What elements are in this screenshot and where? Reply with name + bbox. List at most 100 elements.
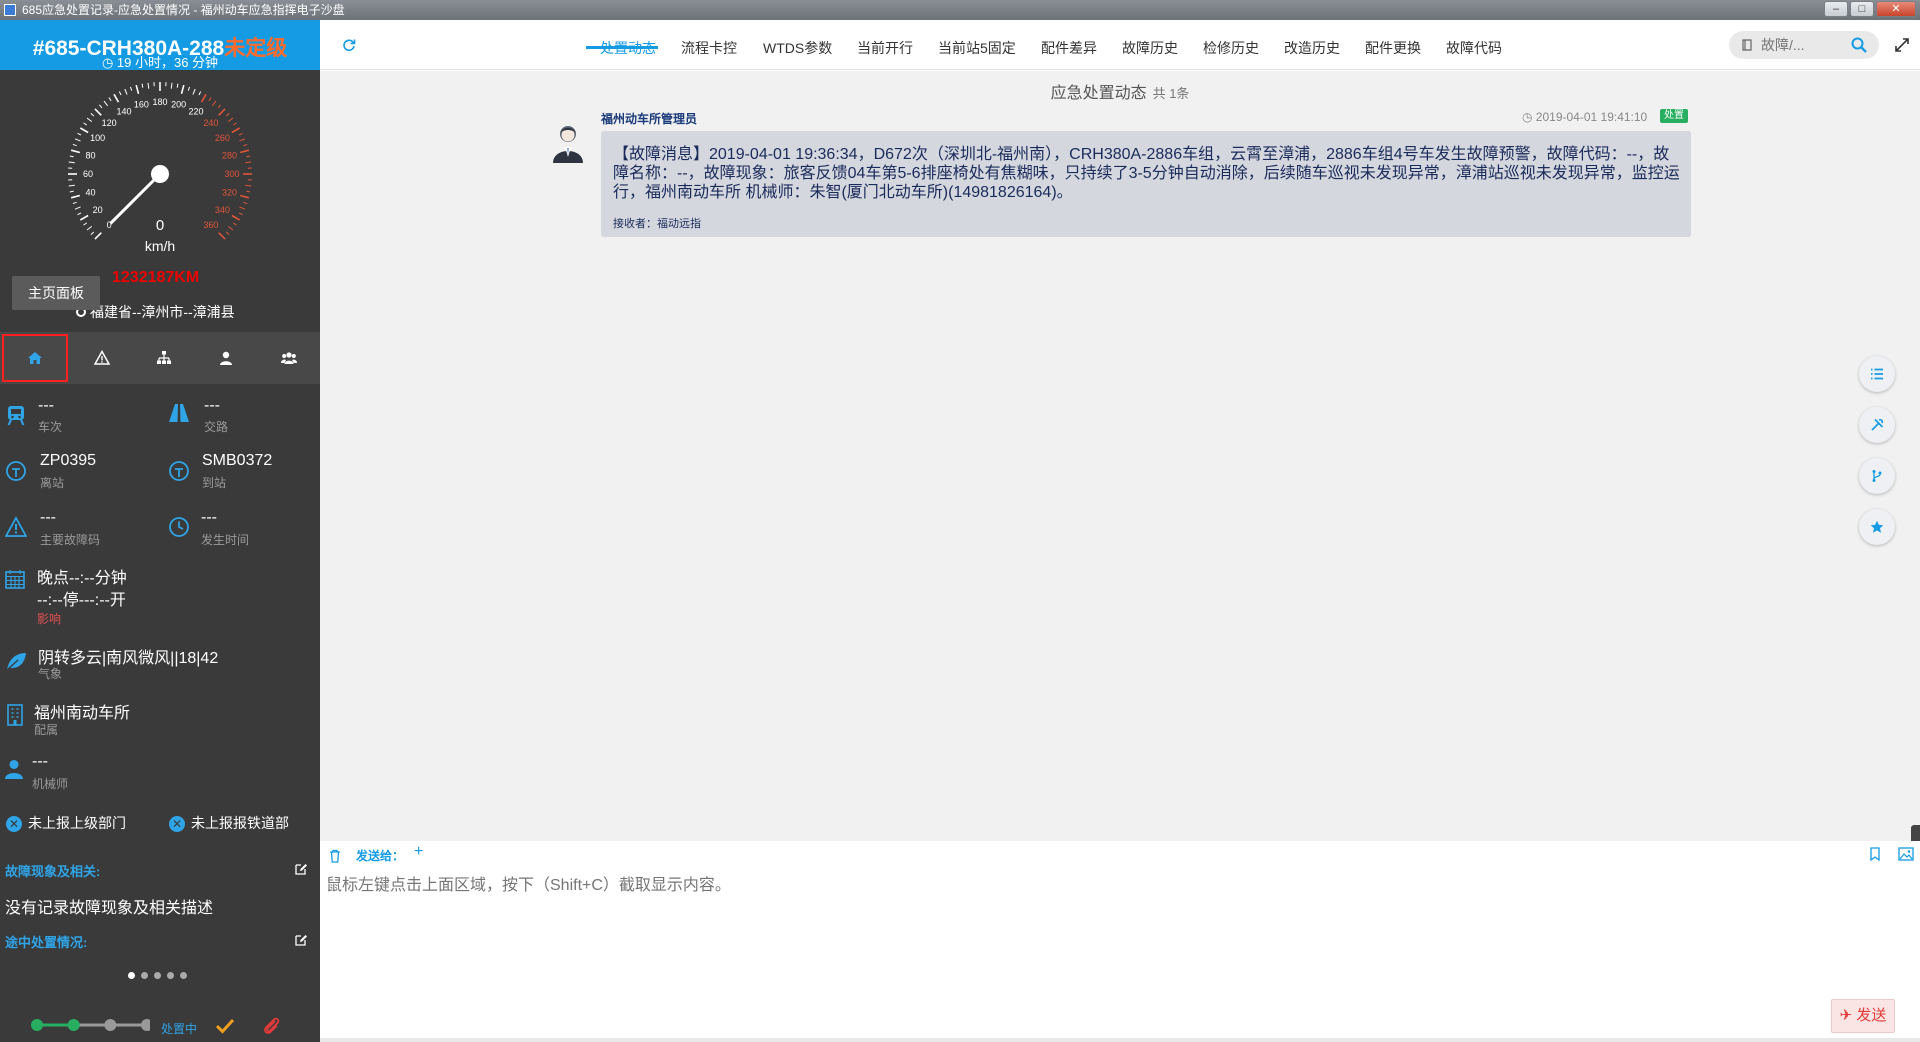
carousel-dot[interactable] [180,972,187,979]
speedometer-tick [246,155,251,158]
tab-wtds-params[interactable]: WTDS参数 [763,38,832,58]
list-button[interactable] [1859,356,1895,392]
send-button[interactable]: ✈ 发送 [1831,999,1895,1033]
depot-label: 配属 [34,723,59,737]
report-upper-text: 未上报上级部门 [28,815,126,831]
speedometer-tick [232,222,237,226]
delay-value: 晚点--:--分钟 [37,570,127,587]
speedometer-tick [239,149,250,154]
message-feed: 应急处置动态共 1条 福州动车所管理员 ◷ 2019-04-01 19:41:1… [320,71,1920,885]
speedometer-tick [208,97,212,102]
speedometer-tick [243,143,248,147]
report-railway-status[interactable]: ✕ 未上报报铁道部 [169,813,289,833]
speedometer-tick [69,155,74,158]
tab-repair-history[interactable]: 检修历史 [1203,38,1259,58]
check-icon[interactable] [216,1018,234,1034]
tab-current-service[interactable]: 当前开行 [857,38,913,58]
speedometer-tick [211,100,217,107]
speedometer-tick [218,108,226,116]
tab-users[interactable] [258,332,320,384]
tab-sitemap[interactable] [133,332,195,384]
speedometer-hub [151,165,169,183]
speedometer-tick-label: 200 [171,99,186,109]
speedometer-tick [70,149,81,154]
edit-enroute-icon[interactable] [294,933,308,947]
tools-button[interactable] [1859,407,1895,443]
speedometer-tick-label: 100 [90,133,105,143]
refresh-icon[interactable] [342,38,356,52]
speedometer-tick [94,108,102,116]
speedometer-tick [74,138,81,142]
speed-value: 0 [156,217,164,234]
speedometer-tick-label: 240 [203,118,218,128]
user-icon [220,351,233,365]
speedometer-tick [103,100,109,107]
speedometer-tick [176,83,179,88]
message-bubble[interactable]: 【故障消息】2019-04-01 19:36:34，D672次（深圳北-福州南）… [601,131,1691,237]
speedometer-gauge: 0 20 40 60 80 100 120140160 180 200220240 260 280 3… [68,82,252,254]
speedometer-tick [94,232,102,240]
tab-parts-diff[interactable]: 配件差异 [1041,38,1097,58]
carousel-dot[interactable] [141,972,148,979]
paperclip-icon[interactable] [263,1016,281,1036]
stop-value: --:--停---:--开 [37,592,126,609]
maximize-button[interactable]: □ [1850,1,1874,17]
speedometer-tick-label: 260 [215,133,230,143]
message-input[interactable] [324,869,1884,1019]
progress-step [31,1019,43,1031]
route-label: 交路 [204,420,229,434]
carousel-dot[interactable] [154,972,161,979]
clock-icon [169,517,189,537]
add-recipient-button[interactable]: + [414,843,423,861]
progress-step [141,1019,150,1031]
train-number-value: --- [38,397,54,414]
tab-fault-history[interactable]: 故障历史 [1122,38,1178,58]
image-icon[interactable] [1898,847,1914,861]
bookmark-icon[interactable] [1869,847,1881,861]
speedometer-tick-label: 60 [83,169,93,179]
occur-time-label: 发生时间 [201,533,250,547]
speedometer-tick-label: 120 [102,118,117,128]
home-panel-tooltip: 主页面板 [12,276,100,310]
active-tab-indicator [586,46,658,49]
minimize-button[interactable]: – [1824,1,1848,17]
speedometer-tick [70,194,81,199]
window-titlebar: 685应急处置记录-应急处置情况 - 福州动车应急指挥电子沙盘 – □ ✕ [0,0,1920,20]
speedometer-tick [113,93,120,103]
home-icon [28,352,43,364]
tab-warning[interactable] [70,332,132,384]
progress-step [104,1019,117,1031]
speedometer-tick [68,184,75,187]
search-input[interactable] [1759,35,1845,55]
carousel-dot[interactable] [128,972,135,979]
tab-home[interactable] [2,334,69,382]
expand-icon[interactable] [1895,38,1909,52]
speedometer-tick [90,231,95,236]
trash-icon[interactable] [329,849,341,863]
tab-fault-codes[interactable]: 故障代码 [1446,38,1502,58]
report-railway-text: 未上报报铁道部 [191,815,289,831]
tab-process-control[interactable]: 流程卡控 [681,38,737,58]
branch-icon [1872,470,1882,482]
star-button[interactable] [1859,509,1895,545]
report-upper-status[interactable]: ✕ 未上报上级部门 [6,813,126,833]
close-button[interactable]: ✕ [1876,1,1916,17]
status-text: 处置中 [161,1022,198,1036]
route-value: --- [204,397,220,414]
speedometer-tick [86,117,93,123]
edit-fault-icon[interactable] [294,862,308,876]
speedometer-tick-label: 320 [222,188,237,198]
depart-station-icon [6,461,26,481]
speedometer-tick [246,190,251,193]
tab-parts-replacement[interactable]: 配件更换 [1365,38,1421,58]
branch-button[interactable] [1859,458,1895,494]
warning-icon [93,350,110,365]
tab-modification-history[interactable]: 改造历史 [1284,38,1340,58]
speed-unit: km/h [145,238,175,254]
speedometer-tick [238,132,243,136]
tab-user[interactable] [195,332,257,384]
speedometer-tick-label: 180 [152,97,167,107]
tab-current-station[interactable]: 当前站5固定 [938,38,1016,58]
carousel-dot[interactable] [167,972,174,979]
search-icon[interactable] [1851,37,1867,53]
